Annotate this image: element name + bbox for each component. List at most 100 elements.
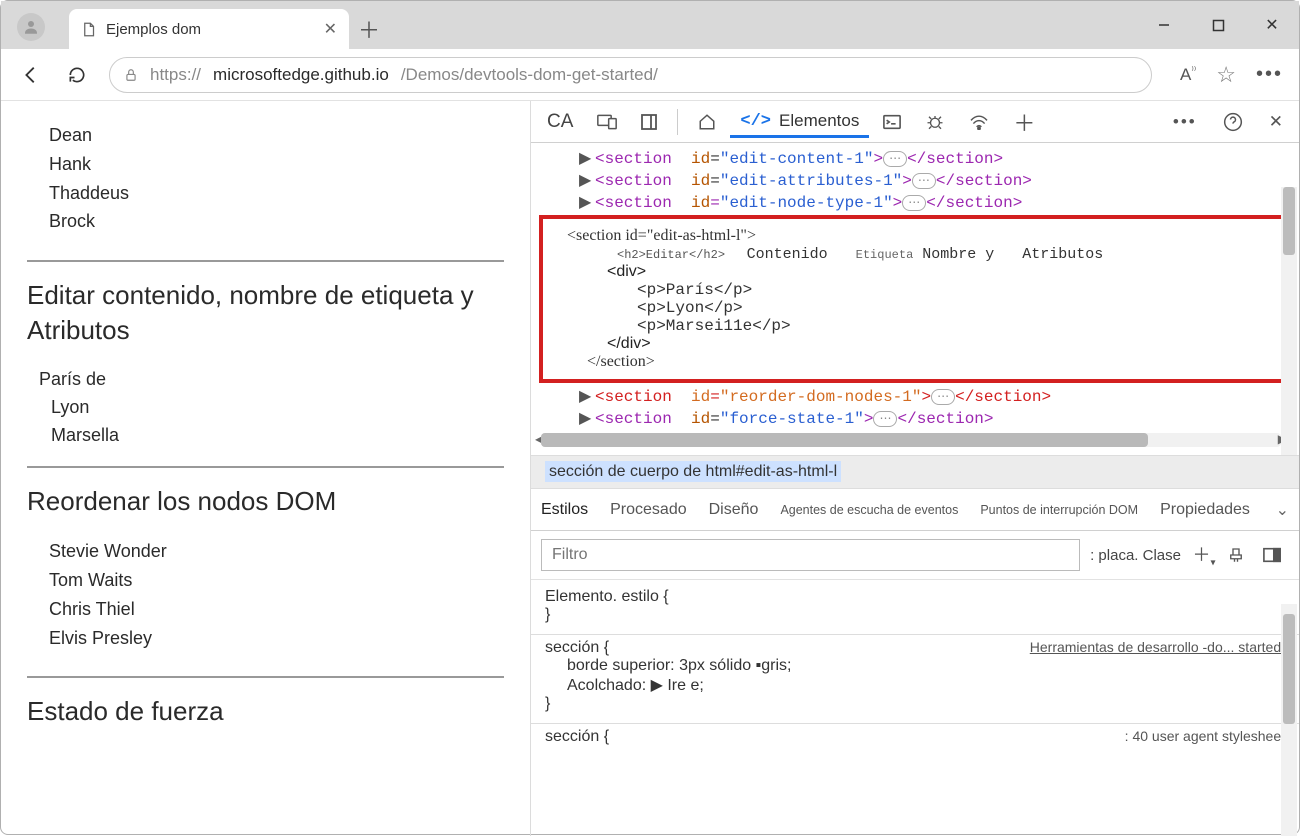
bug-icon[interactable] bbox=[915, 107, 955, 137]
tab-properties[interactable]: Propiedades bbox=[1160, 501, 1250, 519]
dom-tree[interactable]: ▶<section id="edit-content-1">⋯</section… bbox=[531, 143, 1299, 455]
html-line: <section id="edit-as-html-l"> bbox=[567, 227, 1277, 245]
filter-input[interactable] bbox=[541, 539, 1080, 571]
close-devtools-icon[interactable]: ✕ bbox=[1259, 106, 1293, 138]
new-rule-icon[interactable]: ＋▾ bbox=[1191, 541, 1217, 569]
favorite-icon[interactable]: ☆ bbox=[1216, 62, 1236, 88]
back-button[interactable] bbox=[17, 61, 45, 89]
welcome-tab-icon[interactable] bbox=[688, 107, 726, 137]
profile-icon[interactable] bbox=[17, 13, 45, 41]
add-tab-icon[interactable]: ＋ bbox=[1003, 100, 1045, 144]
dom-node: ▶<section id="edit-attributes-1">⋯</sect… bbox=[531, 169, 1299, 191]
list-item: Stevie Wonder bbox=[49, 537, 504, 566]
list-item: Lyon bbox=[39, 394, 504, 422]
styles-tabs: Estilos Procesado Diseño Agentes de escu… bbox=[531, 489, 1299, 531]
tab-layout[interactable]: Diseño bbox=[709, 501, 759, 519]
name-list-1: Dean Hank Thaddeus Brock bbox=[27, 121, 504, 236]
source-link[interactable]: : 40 user agent stylesheet bbox=[1125, 728, 1285, 744]
main-split: Dean Hank Thaddeus Brock Editar contenid… bbox=[1, 101, 1299, 836]
page-icon bbox=[81, 21, 96, 38]
heading-reorder: Reordenar los nodos DOM bbox=[27, 484, 504, 519]
html-line: <p>París</p> bbox=[637, 281, 1277, 299]
browser-tab[interactable]: Ejemplos dom ✕ bbox=[69, 9, 349, 49]
hov-toggle[interactable]: : placa. Clase bbox=[1090, 547, 1181, 564]
window-controls: ✕ bbox=[1137, 1, 1299, 49]
label: Atributos bbox=[1022, 246, 1103, 263]
page-content: Dean Hank Thaddeus Brock Editar contenid… bbox=[1, 101, 531, 836]
dom-node: ▶<section id="edit-content-1">⋯</section… bbox=[531, 147, 1299, 169]
elements-tab-label: Elementos bbox=[779, 111, 859, 131]
elements-tab[interactable]: </> Elementos bbox=[730, 105, 869, 138]
maximize-button[interactable] bbox=[1191, 1, 1245, 49]
css-prop: Acolchado: ▶ Ire e; bbox=[545, 675, 1285, 695]
url-host: microsoftedge.github.io bbox=[213, 65, 389, 85]
html-line: <p>Lyon</p> bbox=[637, 299, 1277, 317]
city-list: París de Lyon Marsella bbox=[27, 366, 504, 450]
breadcrumb[interactable]: sección de cuerpo de html#edit-as-html-l bbox=[531, 455, 1299, 489]
tab-styles[interactable]: Estilos bbox=[541, 501, 588, 519]
list-item: Brock bbox=[49, 207, 504, 236]
console-tab-icon[interactable] bbox=[873, 108, 911, 136]
dom-node: ▶<section id="reorder-dom-nodes-1">⋯</se… bbox=[531, 385, 1299, 407]
read-aloud-icon[interactable]: A⁾⁾ bbox=[1180, 65, 1196, 85]
divider bbox=[677, 109, 678, 135]
h-scrollbar[interactable]: ◀ ▶ bbox=[541, 433, 1281, 447]
inspect-mode-label[interactable]: CA bbox=[537, 105, 583, 139]
divider bbox=[27, 260, 504, 262]
css-rule: Herramientas de desarrollo -do... starte… bbox=[545, 639, 1285, 713]
css-prop: borde superior: 3px sólido ▪gris; bbox=[545, 657, 1285, 675]
breadcrumb-text: sección de cuerpo de html#edit-as-html-l bbox=[545, 461, 841, 482]
brace: } bbox=[545, 695, 1285, 713]
help-icon[interactable] bbox=[1213, 106, 1253, 138]
html-line: <h2>Editar</h2> bbox=[617, 248, 725, 262]
heading-force: Estado de fuerza bbox=[27, 694, 504, 729]
list-item: Chris Thiel bbox=[49, 595, 504, 624]
css-rule: : 40 user agent stylesheet sección { bbox=[545, 728, 1285, 746]
lock-icon bbox=[124, 67, 138, 83]
dom-node: ▶<section id="edit-node-type-1">⋯</secti… bbox=[531, 191, 1299, 213]
styles-filter-row: : placa. Clase ＋▾ bbox=[531, 531, 1299, 580]
tab-close-icon[interactable]: ✕ bbox=[324, 19, 337, 39]
v-scrollbar[interactable] bbox=[1281, 604, 1297, 836]
list-item: Elvis Presley bbox=[49, 624, 504, 653]
html-line: <p>Marsei11e</p> bbox=[637, 317, 1277, 335]
new-tab-button[interactable]: ＋ bbox=[349, 9, 389, 49]
selector: Elemento. estilo { bbox=[545, 588, 1285, 606]
address-bar: https://microsoftedge.github.io/Demos/de… bbox=[1, 49, 1299, 101]
more-icon[interactable]: ••• bbox=[1256, 63, 1283, 86]
more-tools-icon[interactable]: ••• bbox=[1163, 106, 1207, 138]
list-item: Tom Waits bbox=[49, 566, 504, 595]
list-item: París de bbox=[39, 366, 504, 394]
tab-computed[interactable]: Procesado bbox=[610, 501, 687, 519]
tab-listeners[interactable]: Agentes de escucha de eventos bbox=[780, 503, 958, 517]
refresh-button[interactable] bbox=[63, 61, 91, 89]
list-item: Dean bbox=[49, 121, 504, 150]
label: Etiqueta bbox=[856, 248, 914, 262]
chevron-down-icon[interactable]: ⌄ bbox=[1276, 500, 1289, 520]
devtools-pane: CA </> Elementos ＋ bbox=[531, 101, 1299, 836]
device-toggle-icon[interactable] bbox=[587, 108, 627, 136]
source-link[interactable]: Herramientas de desarrollo -do... starte… bbox=[1030, 639, 1285, 655]
url-box[interactable]: https://microsoftedge.github.io/Demos/de… bbox=[109, 57, 1152, 93]
edit-as-html-box[interactable]: <section id="edit-as-html-l"> <h2>Editar… bbox=[539, 215, 1287, 383]
tab-dom-breakpoints[interactable]: Puntos de interrupción DOM bbox=[980, 503, 1138, 517]
name-list-2: Stevie Wonder Tom Waits Chris Thiel Elvi… bbox=[27, 537, 504, 652]
brush-icon[interactable] bbox=[1227, 546, 1253, 564]
code-icon: </> bbox=[740, 112, 771, 131]
url-scheme: https:// bbox=[150, 65, 201, 85]
network-icon[interactable] bbox=[959, 108, 999, 136]
divider bbox=[27, 466, 504, 468]
dock-icon[interactable] bbox=[631, 108, 667, 136]
list-item: Hank bbox=[49, 150, 504, 179]
close-window-button[interactable]: ✕ bbox=[1245, 1, 1299, 49]
devtools-toolbar: CA </> Elementos ＋ bbox=[531, 101, 1299, 143]
panel-icon[interactable] bbox=[1263, 547, 1289, 563]
html-line: </div> bbox=[607, 335, 1277, 353]
label: Contenido bbox=[747, 246, 828, 263]
browser-titlebar: Ejemplos dom ✕ ＋ ✕ bbox=[1, 1, 1299, 49]
html-line: <div> bbox=[607, 263, 1277, 281]
dom-node: ▶<section id="force-state-1">⋯</section> bbox=[531, 407, 1299, 429]
styles-body[interactable]: Elemento. estilo { } Herramientas de des… bbox=[531, 580, 1299, 764]
minimize-button[interactable] bbox=[1137, 1, 1191, 49]
v-scrollbar[interactable] bbox=[1281, 187, 1297, 455]
